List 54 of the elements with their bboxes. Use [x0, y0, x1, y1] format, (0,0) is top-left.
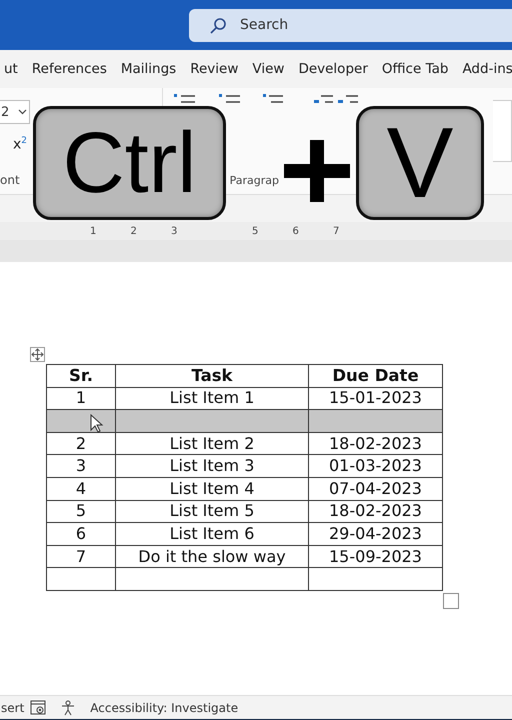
ruler-number: 3 [171, 226, 178, 236]
ribbon-tab[interactable]: Add-ins [455, 61, 512, 77]
ruler[interactable]: 1 2 3 5 6 7 [0, 222, 512, 240]
ribbon-tab[interactable]: Office Tab [374, 61, 456, 77]
font-size-dropdown[interactable]: 2 [0, 100, 30, 124]
column-header: Due Date [308, 364, 442, 388]
ruler-number: 1 [90, 226, 98, 236]
ruler-number: 5 [252, 226, 260, 236]
table-cell: List Item 5 [116, 500, 308, 523]
ribbon-tab[interactable]: Developer [291, 61, 375, 77]
table-cell: 01-03-2023 [308, 454, 442, 478]
pointer-cursor-icon [90, 414, 104, 434]
keyboard-key: V [356, 106, 484, 220]
ruler-number: 7 [333, 226, 340, 236]
table-cell: 5 [46, 500, 116, 523]
superscript-button[interactable]: x$^{2}$ [13, 136, 28, 153]
group-label: Paragrap [230, 174, 279, 187]
accessibility-status[interactable]: Accessibility: Investigate [90, 700, 238, 714]
keyboard-key: Ctrl [33, 106, 226, 220]
ribbon-tab[interactable]: Review [183, 61, 246, 77]
table-cell: List Item 6 [116, 522, 308, 546]
column-header: Task [116, 364, 308, 388]
column-header: Sr. [46, 364, 116, 388]
table-cell: 07-04-2023 [308, 477, 442, 500]
search-icon [209, 16, 227, 34]
resize-handle-icon[interactable] [443, 593, 459, 609]
table-cell: List Item 4 [116, 477, 308, 500]
group-label: ont [0, 173, 20, 187]
table-cell: 4 [46, 477, 116, 500]
table-cell: 18-02-2023 [308, 500, 442, 523]
table-cell: List Item 3 [116, 454, 308, 478]
ribbon-tab[interactable]: View [245, 61, 292, 77]
ribbon-tab[interactable]: ut [0, 61, 25, 77]
table-cell: 3 [46, 454, 116, 478]
ruler-number: 6 [292, 226, 300, 236]
table-cell: 29-04-2023 [308, 522, 442, 546]
move-handle-icon[interactable] [30, 347, 45, 362]
plus-icon [284, 140, 350, 202]
table-cell [46, 568, 116, 590]
table-cell: 18-02-2023 [308, 432, 442, 455]
table-cell: 15-09-2023 [308, 545, 442, 568]
table-cell: 2 [46, 432, 116, 455]
ruler-number: 2 [130, 226, 138, 236]
ribbon-tab[interactable]: References [24, 61, 114, 77]
table-cell: 7 [46, 545, 116, 568]
status-text: sert [1, 700, 24, 714]
ribbon-tab[interactable]: Mailings [114, 61, 184, 77]
macro-record-icon[interactable] [30, 700, 46, 716]
table-cell: 6 [46, 522, 116, 546]
table-cell: List Item 2 [116, 432, 308, 455]
chevron-down-icon [18, 109, 27, 115]
table-cell: Do it the slow way [116, 545, 308, 568]
accessibility-icon[interactable] [60, 700, 76, 716]
search-field[interactable]: Search [189, 8, 512, 42]
